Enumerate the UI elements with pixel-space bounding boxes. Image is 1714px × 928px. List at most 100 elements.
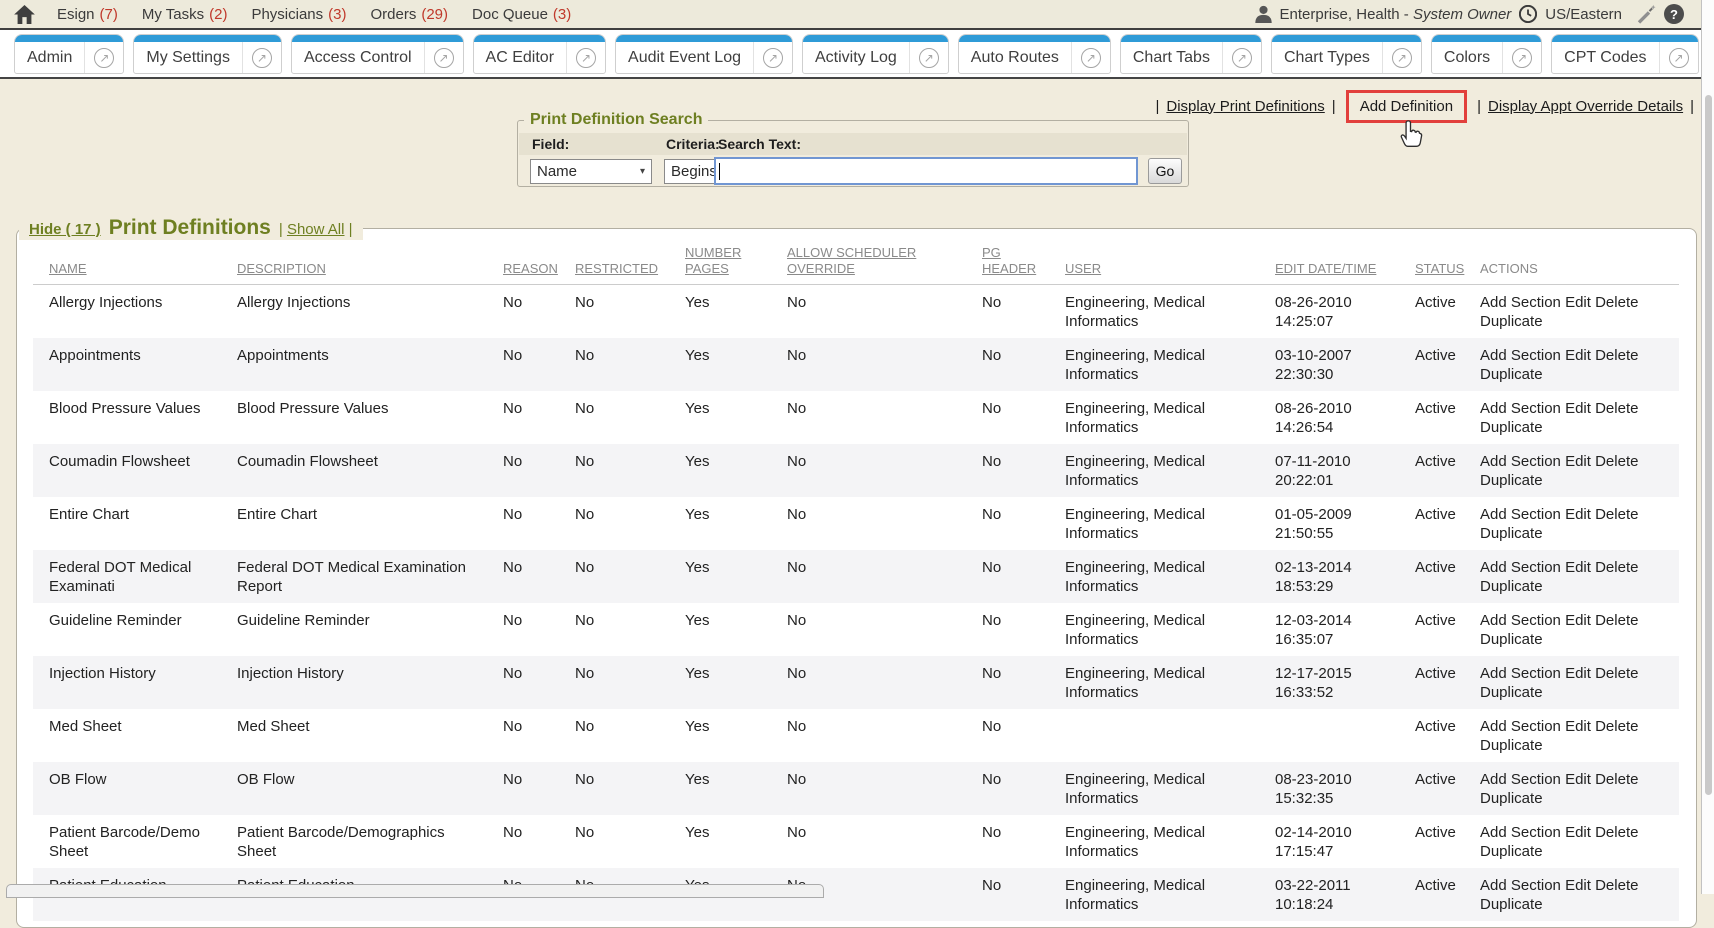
cell-status: Active — [1415, 762, 1480, 815]
action-duplicate[interactable]: Duplicate — [1480, 790, 1543, 807]
menu-item-orders[interactable]: Orders (29) — [371, 6, 449, 23]
action-edit[interactable]: Edit — [1565, 824, 1591, 841]
tab-chart-types[interactable]: Chart Types ↗ — [1271, 34, 1422, 74]
tab-auto-routes[interactable]: Auto Routes ↗ — [958, 34, 1111, 74]
action-duplicate[interactable]: Duplicate — [1480, 684, 1543, 701]
display-appt-override-details-link[interactable]: Display Appt Override Details — [1488, 98, 1683, 115]
action-add-section[interactable]: Add Section — [1480, 771, 1561, 788]
tab-colors[interactable]: Colors ↗ — [1431, 34, 1542, 74]
tab-ac-editor[interactable]: AC Editor ↗ — [473, 34, 606, 74]
vertical-scrollbar[interactable] — [1701, 0, 1714, 894]
action-add-section[interactable]: Add Section — [1480, 824, 1561, 841]
tab-open-icon-wrap[interactable]: ↗ — [1382, 42, 1421, 73]
vertical-scrollbar-thumb[interactable] — [1705, 95, 1712, 795]
action-duplicate[interactable]: Duplicate — [1480, 737, 1543, 754]
action-delete[interactable]: Delete — [1595, 506, 1638, 523]
action-edit[interactable]: Edit — [1565, 400, 1591, 417]
tab-chart-tabs[interactable]: Chart Tabs ↗ — [1120, 34, 1262, 74]
field-select[interactable]: Name ▾ — [530, 159, 652, 184]
action-delete[interactable]: Delete — [1595, 294, 1638, 311]
column-header-user[interactable]: USER — [1065, 261, 1101, 276]
action-add-section[interactable]: Add Section — [1480, 559, 1561, 576]
tab-open-icon-wrap[interactable]: ↗ — [1659, 42, 1698, 73]
tab-open-icon-wrap[interactable]: ↗ — [1071, 42, 1110, 73]
tab-open-icon-wrap[interactable]: ↗ — [909, 42, 948, 73]
help-icon[interactable]: ? — [1664, 4, 1684, 24]
tab-open-icon-wrap[interactable]: ↗ — [1502, 42, 1541, 73]
action-add-section[interactable]: Add Section — [1480, 718, 1561, 735]
action-duplicate[interactable]: Duplicate — [1480, 419, 1543, 436]
action-delete[interactable]: Delete — [1595, 824, 1638, 841]
tab-cpt-codes[interactable]: CPT Codes ↗ — [1551, 34, 1698, 74]
wand-icon[interactable] — [1636, 4, 1656, 24]
action-add-section[interactable]: Add Section — [1480, 347, 1561, 364]
action-edit[interactable]: Edit — [1565, 559, 1591, 576]
add-definition-link[interactable]: Add Definition — [1360, 98, 1453, 115]
column-header-reason[interactable]: REASON — [503, 261, 558, 276]
menu-item-doc-queue[interactable]: Doc Queue (3) — [472, 6, 571, 23]
column-header-edit-date-time[interactable]: EDIT DATE/TIME — [1275, 261, 1376, 276]
action-edit[interactable]: Edit — [1565, 294, 1591, 311]
display-print-definitions-link[interactable]: Display Print Definitions — [1166, 98, 1324, 115]
hide-link[interactable]: Hide ( 17 ) — [29, 221, 101, 238]
column-header-name[interactable]: NAME — [49, 261, 87, 276]
column-header-restricted[interactable]: RESTRICTED — [575, 261, 658, 276]
menu-item-my-tasks[interactable]: My Tasks (2) — [142, 6, 228, 23]
action-delete[interactable]: Delete — [1595, 453, 1638, 470]
action-delete[interactable]: Delete — [1595, 347, 1638, 364]
action-add-section[interactable]: Add Section — [1480, 453, 1561, 470]
action-add-section[interactable]: Add Section — [1480, 612, 1561, 629]
tab-open-icon-wrap[interactable]: ↗ — [242, 42, 281, 73]
action-edit[interactable]: Edit — [1565, 347, 1591, 364]
action-add-section[interactable]: Add Section — [1480, 877, 1561, 894]
action-edit[interactable]: Edit — [1565, 612, 1591, 629]
action-edit[interactable]: Edit — [1565, 665, 1591, 682]
tab-activity-log[interactable]: Activity Log ↗ — [802, 34, 949, 74]
action-duplicate[interactable]: Duplicate — [1480, 525, 1543, 542]
column-header-description[interactable]: DESCRIPTION — [237, 261, 326, 276]
action-duplicate[interactable]: Duplicate — [1480, 843, 1543, 860]
column-header-number-pages[interactable]: NUMBER PAGES — [685, 245, 741, 276]
action-edit[interactable]: Edit — [1565, 771, 1591, 788]
column-header-status[interactable]: STATUS — [1415, 261, 1464, 276]
action-add-section[interactable]: Add Section — [1480, 665, 1561, 682]
tab-admin[interactable]: Admin ↗ — [14, 34, 124, 74]
tab-open-icon-wrap[interactable]: ↗ — [84, 42, 123, 73]
action-delete[interactable]: Delete — [1595, 718, 1638, 735]
action-duplicate[interactable]: Duplicate — [1480, 631, 1543, 648]
search-text-input[interactable] — [714, 157, 1138, 185]
action-add-section[interactable]: Add Section — [1480, 294, 1561, 311]
action-add-section[interactable]: Add Section — [1480, 506, 1561, 523]
tab-open-icon-wrap[interactable]: ↗ — [566, 42, 605, 73]
menu-item-esign[interactable]: Esign (7) — [57, 6, 118, 23]
action-add-section[interactable]: Add Section — [1480, 400, 1561, 417]
show-all-link[interactable]: Show All — [287, 221, 345, 238]
action-delete[interactable]: Delete — [1595, 771, 1638, 788]
tab-open-icon-wrap[interactable]: ↗ — [753, 42, 792, 73]
tab-open-icon-wrap[interactable]: ↗ — [1222, 42, 1261, 73]
action-edit[interactable]: Edit — [1565, 718, 1591, 735]
action-edit[interactable]: Edit — [1565, 453, 1591, 470]
tab-audit-event-log[interactable]: Audit Event Log ↗ — [615, 34, 793, 74]
action-delete[interactable]: Delete — [1595, 612, 1638, 629]
column-header-pg-header[interactable]: PG HEADER — [982, 245, 1036, 276]
action-delete[interactable]: Delete — [1595, 400, 1638, 417]
action-delete[interactable]: Delete — [1595, 559, 1638, 576]
tab-label: AC Editor — [474, 49, 566, 67]
action-delete[interactable]: Delete — [1595, 665, 1638, 682]
column-header-allow-scheduler-override[interactable]: ALLOW SCHEDULER OVERRIDE — [787, 245, 916, 276]
menu-item-physicians[interactable]: Physicians (3) — [251, 6, 346, 23]
action-edit[interactable]: Edit — [1565, 506, 1591, 523]
action-duplicate[interactable]: Duplicate — [1480, 578, 1543, 595]
tab-open-icon-wrap[interactable]: ↗ — [424, 42, 463, 73]
action-duplicate[interactable]: Duplicate — [1480, 896, 1543, 913]
action-duplicate[interactable]: Duplicate — [1480, 313, 1543, 330]
action-edit[interactable]: Edit — [1565, 877, 1591, 894]
action-duplicate[interactable]: Duplicate — [1480, 472, 1543, 489]
tab-access-control[interactable]: Access Control ↗ — [291, 34, 464, 74]
go-button[interactable]: Go — [1148, 158, 1182, 184]
home-icon[interactable] — [14, 5, 35, 24]
action-delete[interactable]: Delete — [1595, 877, 1638, 894]
tab-my-settings[interactable]: My Settings ↗ — [133, 34, 282, 74]
action-duplicate[interactable]: Duplicate — [1480, 366, 1543, 383]
